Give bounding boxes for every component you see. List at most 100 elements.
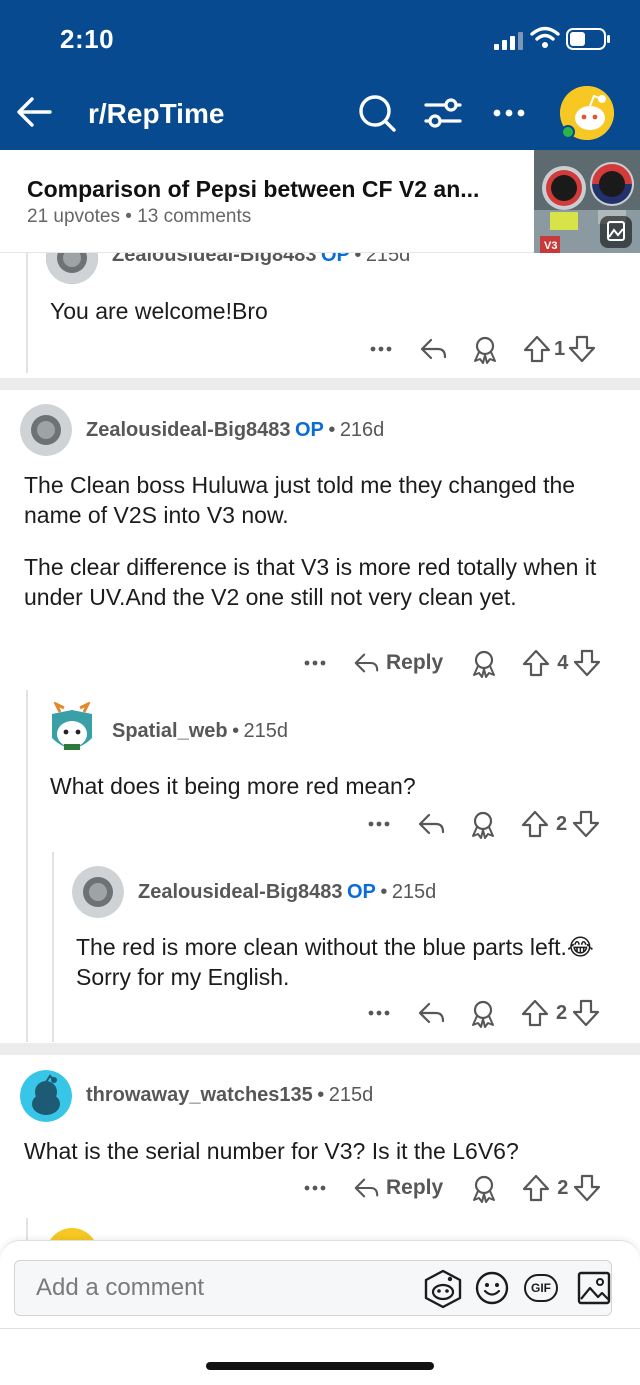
more-icon[interactable] <box>364 809 394 839</box>
top-bar: 2:10 r/RepTime <box>0 0 640 150</box>
commenter-avatar[interactable] <box>20 1070 72 1122</box>
reply-icon[interactable] <box>416 809 446 839</box>
downvote-icon[interactable] <box>571 809 601 839</box>
upvote-icon[interactable] <box>521 1173 551 1203</box>
award-icon[interactable] <box>468 998 498 1028</box>
downvote-icon[interactable] <box>572 1173 602 1203</box>
comment-body: The red is more clean without the blue p… <box>76 934 594 990</box>
snoo-default-avatar-icon <box>20 1070 72 1122</box>
meta-bullet: • <box>317 1084 325 1106</box>
watch-avatar-icon <box>72 866 124 918</box>
comment-body: The Clean boss Huluwa just told me they … <box>24 472 576 528</box>
award-icon[interactable] <box>468 809 498 839</box>
more-icon[interactable] <box>488 92 530 134</box>
back-arrow-icon[interactable] <box>14 92 54 132</box>
comment-body: The clear difference is that V3 is more … <box>24 554 597 610</box>
home-indicator <box>206 1362 434 1370</box>
comment-actions: Reply 2 <box>300 1171 602 1205</box>
more-icon[interactable] <box>300 648 330 678</box>
comment-username[interactable]: Zealousideal-Big8483 <box>86 419 291 441</box>
reply-button[interactable]: Reply <box>352 1173 443 1203</box>
comment-username[interactable]: throwaway_watches135 <box>86 1084 313 1106</box>
post-upvotes: 21 upvotes <box>27 206 120 227</box>
comment-actions: 2 <box>364 807 601 841</box>
comment-actions: Reply 4 <box>300 646 602 680</box>
op-badge: OP <box>294 419 324 441</box>
more-icon[interactable] <box>366 334 396 364</box>
meta-bullet: • <box>232 720 240 742</box>
status-time: 2:10 <box>60 24 115 54</box>
thread-line <box>52 852 54 1042</box>
vote-count: 2 <box>557 1176 569 1199</box>
post-comments-count: 13 comments <box>137 206 252 227</box>
award-icon[interactable] <box>470 334 500 364</box>
filter-icon[interactable] <box>422 92 464 134</box>
meta-bullet: • <box>328 419 336 441</box>
comment-username[interactable]: Zealousideal-Big8483 <box>138 881 343 903</box>
commenter-avatar[interactable] <box>20 404 72 456</box>
award-icon[interactable] <box>469 1173 499 1203</box>
upvote-icon[interactable] <box>521 648 551 678</box>
comment-header: throwaway_watches135 • 215d <box>86 1084 640 1107</box>
comment-actions: 2 <box>364 996 601 1030</box>
reply-icon[interactable] <box>418 334 448 364</box>
comment-body: You are welcome!Bro <box>50 298 268 324</box>
comment-age: 215d <box>328 1084 374 1106</box>
comment-age: 215d <box>391 881 437 903</box>
vote-count: 1 <box>554 337 566 360</box>
comment-separator <box>0 1043 640 1055</box>
comment-header: Zealousideal-Big8483 OP • 215d <box>138 881 640 904</box>
cell-signal-icon <box>494 32 523 50</box>
composer-divider <box>0 1328 640 1329</box>
reply-icon[interactable] <box>416 998 446 1028</box>
comment-body: What does it being more red mean? <box>50 773 416 799</box>
more-icon[interactable] <box>364 998 394 1028</box>
comment-header: Zealousideal-Big8483 OP • 216d <box>86 419 640 442</box>
upvote-icon[interactable] <box>520 998 550 1028</box>
wifi-icon <box>530 26 560 48</box>
comment-age: 215d <box>243 720 289 742</box>
thread-line <box>26 253 28 373</box>
post-thumbnail[interactable]: V3 <box>534 150 640 253</box>
watch-avatar-icon <box>20 404 72 456</box>
commenter-avatar[interactable] <box>46 702 98 758</box>
online-indicator <box>561 125 575 139</box>
meta-bullet: • <box>380 881 388 903</box>
image-icon[interactable] <box>576 1270 612 1306</box>
snoo-icon[interactable] <box>422 1268 464 1310</box>
gif-icon[interactable]: GIF <box>524 1274 558 1302</box>
subreddit-title[interactable]: r/RepTime <box>88 98 224 130</box>
downvote-icon[interactable] <box>567 334 597 364</box>
post-title[interactable]: Comparison of Pepsi between CF V2 an... <box>27 176 479 203</box>
emoji-icon[interactable] <box>474 1270 510 1306</box>
comment-body: What is the serial number for V3? Is it … <box>24 1138 519 1164</box>
vote-count: 4 <box>557 651 569 674</box>
downvote-icon[interactable] <box>571 998 601 1028</box>
commenter-avatar[interactable] <box>72 866 124 918</box>
snoo-custom-avatar-icon <box>52 702 92 750</box>
comment-placeholder[interactable]: Add a comment <box>36 1274 204 1302</box>
more-icon[interactable] <box>300 1173 330 1203</box>
reply-label: Reply <box>386 651 444 674</box>
reply-icon <box>354 1178 379 1198</box>
battery-icon <box>566 28 610 50</box>
comment-actions: 1 <box>366 332 597 366</box>
post-meta: 21 upvotes • 13 comments <box>27 206 251 228</box>
search-icon[interactable] <box>356 92 398 134</box>
vote-count: 2 <box>556 812 568 835</box>
comment-age: 216d <box>339 419 385 441</box>
watch-photo <box>534 150 640 253</box>
comment-username[interactable]: Spatial_web <box>112 720 228 742</box>
reply-icon <box>354 653 379 673</box>
award-icon[interactable] <box>469 648 499 678</box>
downvote-icon[interactable] <box>572 648 602 678</box>
reply-button[interactable]: Reply <box>352 648 443 678</box>
comment-separator <box>0 378 640 390</box>
upvote-icon[interactable] <box>520 809 550 839</box>
op-badge: OP <box>346 881 376 903</box>
thumb-label: V3 <box>544 240 558 252</box>
reply-label: Reply <box>386 1176 444 1199</box>
upvote-icon[interactable] <box>522 334 552 364</box>
comment-header: Spatial_web • 215d <box>112 720 640 743</box>
meta-bullet: • <box>125 206 132 227</box>
